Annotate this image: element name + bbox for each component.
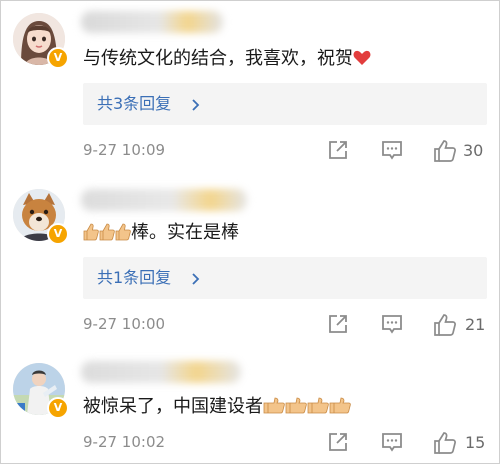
reply-count-link[interactable]: 共3条回复 [97, 93, 171, 115]
thumbs-up-emoji-icon [329, 397, 351, 422]
thumbs-up-icon[interactable] [433, 139, 457, 167]
comment-text: 被惊呆了，中国建设者 [83, 395, 351, 422]
like-count: 30 [463, 141, 484, 160]
username[interactable] [81, 11, 223, 33]
thumbs-up-emoji-icon [263, 397, 285, 422]
timestamp: 9-27 10:02 [83, 433, 166, 451]
heart-icon [353, 49, 371, 73]
timestamp: 9-27 10:00 [83, 315, 166, 333]
thumbs-up-emoji-icon [115, 223, 131, 248]
username[interactable] [81, 189, 247, 211]
comment-text: 棒。实在是棒 [83, 221, 239, 248]
thumbs-up-emoji-icon [307, 397, 329, 422]
username[interactable] [81, 361, 241, 383]
thumbs-up-emoji-icon [285, 397, 307, 422]
comment-meta: 9-27 10:09 30 [83, 139, 487, 165]
thumbs-up-icon[interactable] [433, 313, 457, 341]
comment-icon[interactable] [381, 431, 403, 457]
timestamp: 9-27 10:09 [83, 141, 166, 159]
chevron-right-icon [191, 97, 201, 116]
verified-badge-icon: V [47, 47, 69, 69]
reply-summary[interactable]: 共3条回复 [83, 83, 487, 125]
comment-meta: 9-27 10:02 15 [83, 431, 487, 457]
comment-icon[interactable] [381, 139, 403, 165]
thumbs-up-icon[interactable] [433, 431, 457, 459]
comment-meta: 9-27 10:00 21 [83, 313, 487, 339]
reply-summary[interactable]: 共1条回复 [83, 257, 487, 299]
thumbs-up-emoji-icon [99, 223, 115, 248]
verified-badge-icon: V [47, 223, 69, 245]
comment-text: 与传统文化的结合，我喜欢，祝贺 [83, 47, 371, 73]
share-icon[interactable] [327, 313, 349, 339]
comment-icon[interactable] [381, 313, 403, 339]
verified-badge-icon: V [47, 397, 69, 419]
like-count: 15 [465, 433, 486, 452]
share-icon[interactable] [327, 431, 349, 457]
comment-list: V 与传统文化的结合，我喜欢，祝贺 共3条回复 9-27 10:09 30 V … [0, 0, 500, 464]
chevron-right-icon [191, 271, 201, 290]
share-icon[interactable] [327, 139, 349, 165]
like-count: 21 [465, 315, 486, 334]
reply-count-link[interactable]: 共1条回复 [97, 267, 171, 289]
thumbs-up-emoji-icon [83, 223, 99, 248]
